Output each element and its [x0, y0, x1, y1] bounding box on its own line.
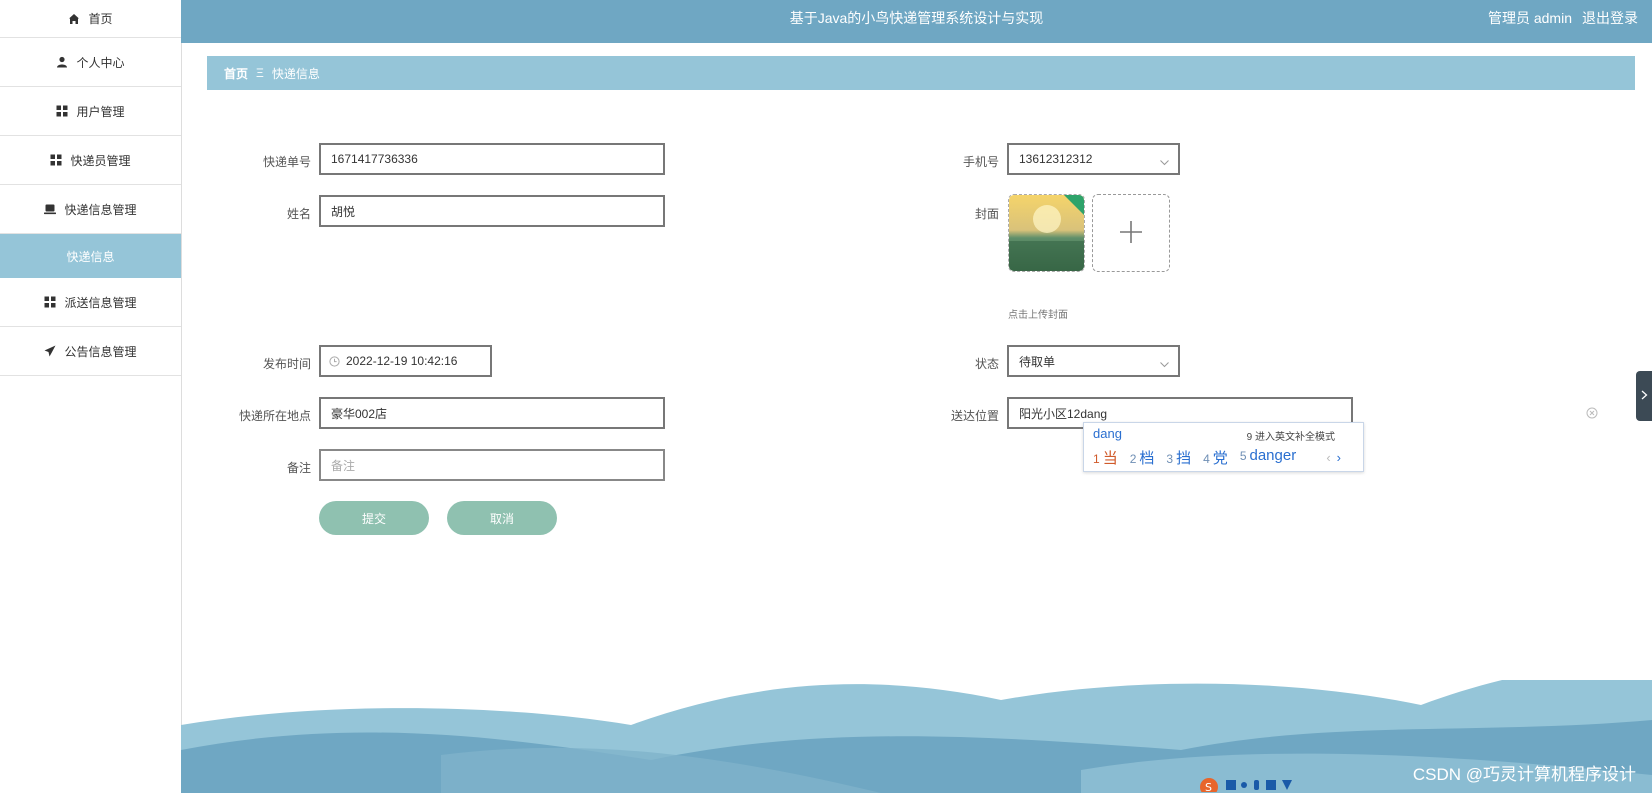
sidebar-item-label: 用户管理 [76, 104, 125, 119]
phone-select[interactable]: 13612312312 [1007, 143, 1180, 175]
ime-tool-icon [1226, 778, 1296, 793]
svg-text:S: S [1205, 781, 1212, 792]
publish-time-input[interactable]: 2022-12-19 10:42:16 [319, 345, 492, 377]
cancel-button[interactable]: 取消 [447, 501, 557, 535]
sidebar-item-notices[interactable]: 公告信息管理 [0, 327, 181, 376]
breadcrumb-current: 快递信息 [271, 66, 320, 81]
ime-candidate-popup: dang 9 进入英文补全模式 1当 2档 3挡 4党 5 danger ‹ › [1083, 422, 1364, 472]
ime-candidate[interactable]: 3挡 [1166, 447, 1191, 468]
sidebar-item-label: 派送信息管理 [64, 295, 137, 310]
upload-add-button[interactable] [1092, 194, 1170, 272]
upload-hint: 点击上传封面 [1008, 310, 1068, 321]
ime-prev-page[interactable]: ‹ [1326, 450, 1330, 465]
status-select[interactable]: 待取单 [1007, 345, 1180, 377]
status-label: 状态 [974, 357, 999, 371]
tracking-no-label: 快递单号 [262, 155, 311, 169]
sidebar: 首页 个人中心 用户管理 快递员管理 快递信息管理 快递信息 派送信息管理 公告… [0, 0, 182, 793]
home-icon [68, 13, 80, 25]
delivery-label: 送达位置 [950, 409, 999, 423]
clock-icon [329, 355, 340, 367]
status-value: 待取单 [1019, 354, 1056, 369]
ime-next-page[interactable]: › [1337, 450, 1341, 465]
name-label: 姓名 [286, 207, 311, 221]
top-header: 基于Java的小鸟快递管理系统设计与实现 管理员 admin 退出登录 [181, 0, 1652, 43]
sogou-logo-icon: S [1198, 777, 1220, 795]
cover-image [1009, 195, 1084, 271]
ime-candidate[interactable]: 5 danger [1240, 447, 1296, 468]
grid-icon [50, 154, 62, 166]
ime-mode-hint: 9 进入英文补全模式 [1246, 432, 1335, 443]
sidebar-item-couriers[interactable]: 快递员管理 [0, 136, 181, 185]
phone-label: 手机号 [962, 155, 999, 169]
submit-button[interactable]: 提交 [319, 501, 429, 535]
location-label: 快递所在地点 [238, 409, 311, 423]
sidebar-item-label: 快递员管理 [70, 153, 131, 168]
breadcrumb: 首页 Ξ 快递信息 [207, 56, 1635, 90]
sidebar-item-express-mgmt[interactable]: 快递信息管理 [0, 185, 181, 234]
chevron-down-icon [1160, 357, 1169, 368]
plus-icon [1119, 220, 1143, 247]
grid-icon [56, 105, 68, 117]
ime-candidate[interactable]: 1当 [1093, 447, 1118, 468]
sidebar-item-label: 个人中心 [76, 55, 125, 70]
laptop-icon [44, 203, 57, 215]
chevron-down-icon [1160, 155, 1169, 166]
publish-time-value: 2022-12-19 10:42:16 [346, 354, 458, 368]
sidebar-item-label: 公告信息管理 [64, 344, 137, 359]
clear-icon[interactable] [1586, 407, 1598, 419]
watermark: CSDN @巧灵计算机程序设计 [1412, 765, 1636, 784]
ime-candidate[interactable]: 2档 [1130, 447, 1155, 468]
breadcrumb-separator: Ξ [256, 66, 264, 80]
cover-label: 封面 [974, 207, 999, 221]
breadcrumb-home[interactable]: 首页 [224, 65, 248, 82]
sidebar-item-label: 快递信息 [66, 249, 115, 264]
tracking-no-input[interactable]: 1671417736336 [319, 143, 665, 175]
app-title: 基于Java的小鸟快递管理系统设计与实现 [789, 10, 1044, 26]
current-user: 管理员 admin [1487, 10, 1572, 26]
ime-composition: dang [1093, 426, 1122, 441]
name-input[interactable]: 胡悦 [319, 195, 665, 227]
sidebar-item-label: 快递信息管理 [64, 202, 137, 217]
sidebar-item-home[interactable]: 首页 [0, 0, 181, 38]
sidebar-item-dispatch[interactable]: 派送信息管理 [0, 278, 181, 327]
chevron-right-icon [1641, 389, 1648, 403]
ime-candidate[interactable]: 4党 [1203, 447, 1228, 468]
sidebar-item-users[interactable]: 用户管理 [0, 87, 181, 136]
cover-image-thumbnail[interactable] [1008, 194, 1085, 272]
ime-toolbar[interactable]: S [1198, 777, 1296, 795]
grid-icon [44, 296, 56, 308]
sidebar-item-label: 首页 [88, 12, 113, 26]
location-input[interactable]: 豪华002店 [319, 397, 665, 429]
remark-input[interactable]: 备注 [319, 449, 665, 481]
send-icon [44, 345, 56, 357]
sidebar-item-profile[interactable]: 个人中心 [0, 38, 181, 87]
phone-value: 13612312312 [1019, 152, 1093, 166]
publish-time-label: 发布时间 [262, 357, 311, 371]
sidebar-item-express-info[interactable]: 快递信息 [0, 234, 181, 278]
side-panel-toggle[interactable] [1636, 371, 1652, 421]
user-icon [56, 56, 68, 68]
logout-link[interactable]: 退出登录 [1582, 0, 1638, 36]
remark-label: 备注 [286, 461, 311, 475]
